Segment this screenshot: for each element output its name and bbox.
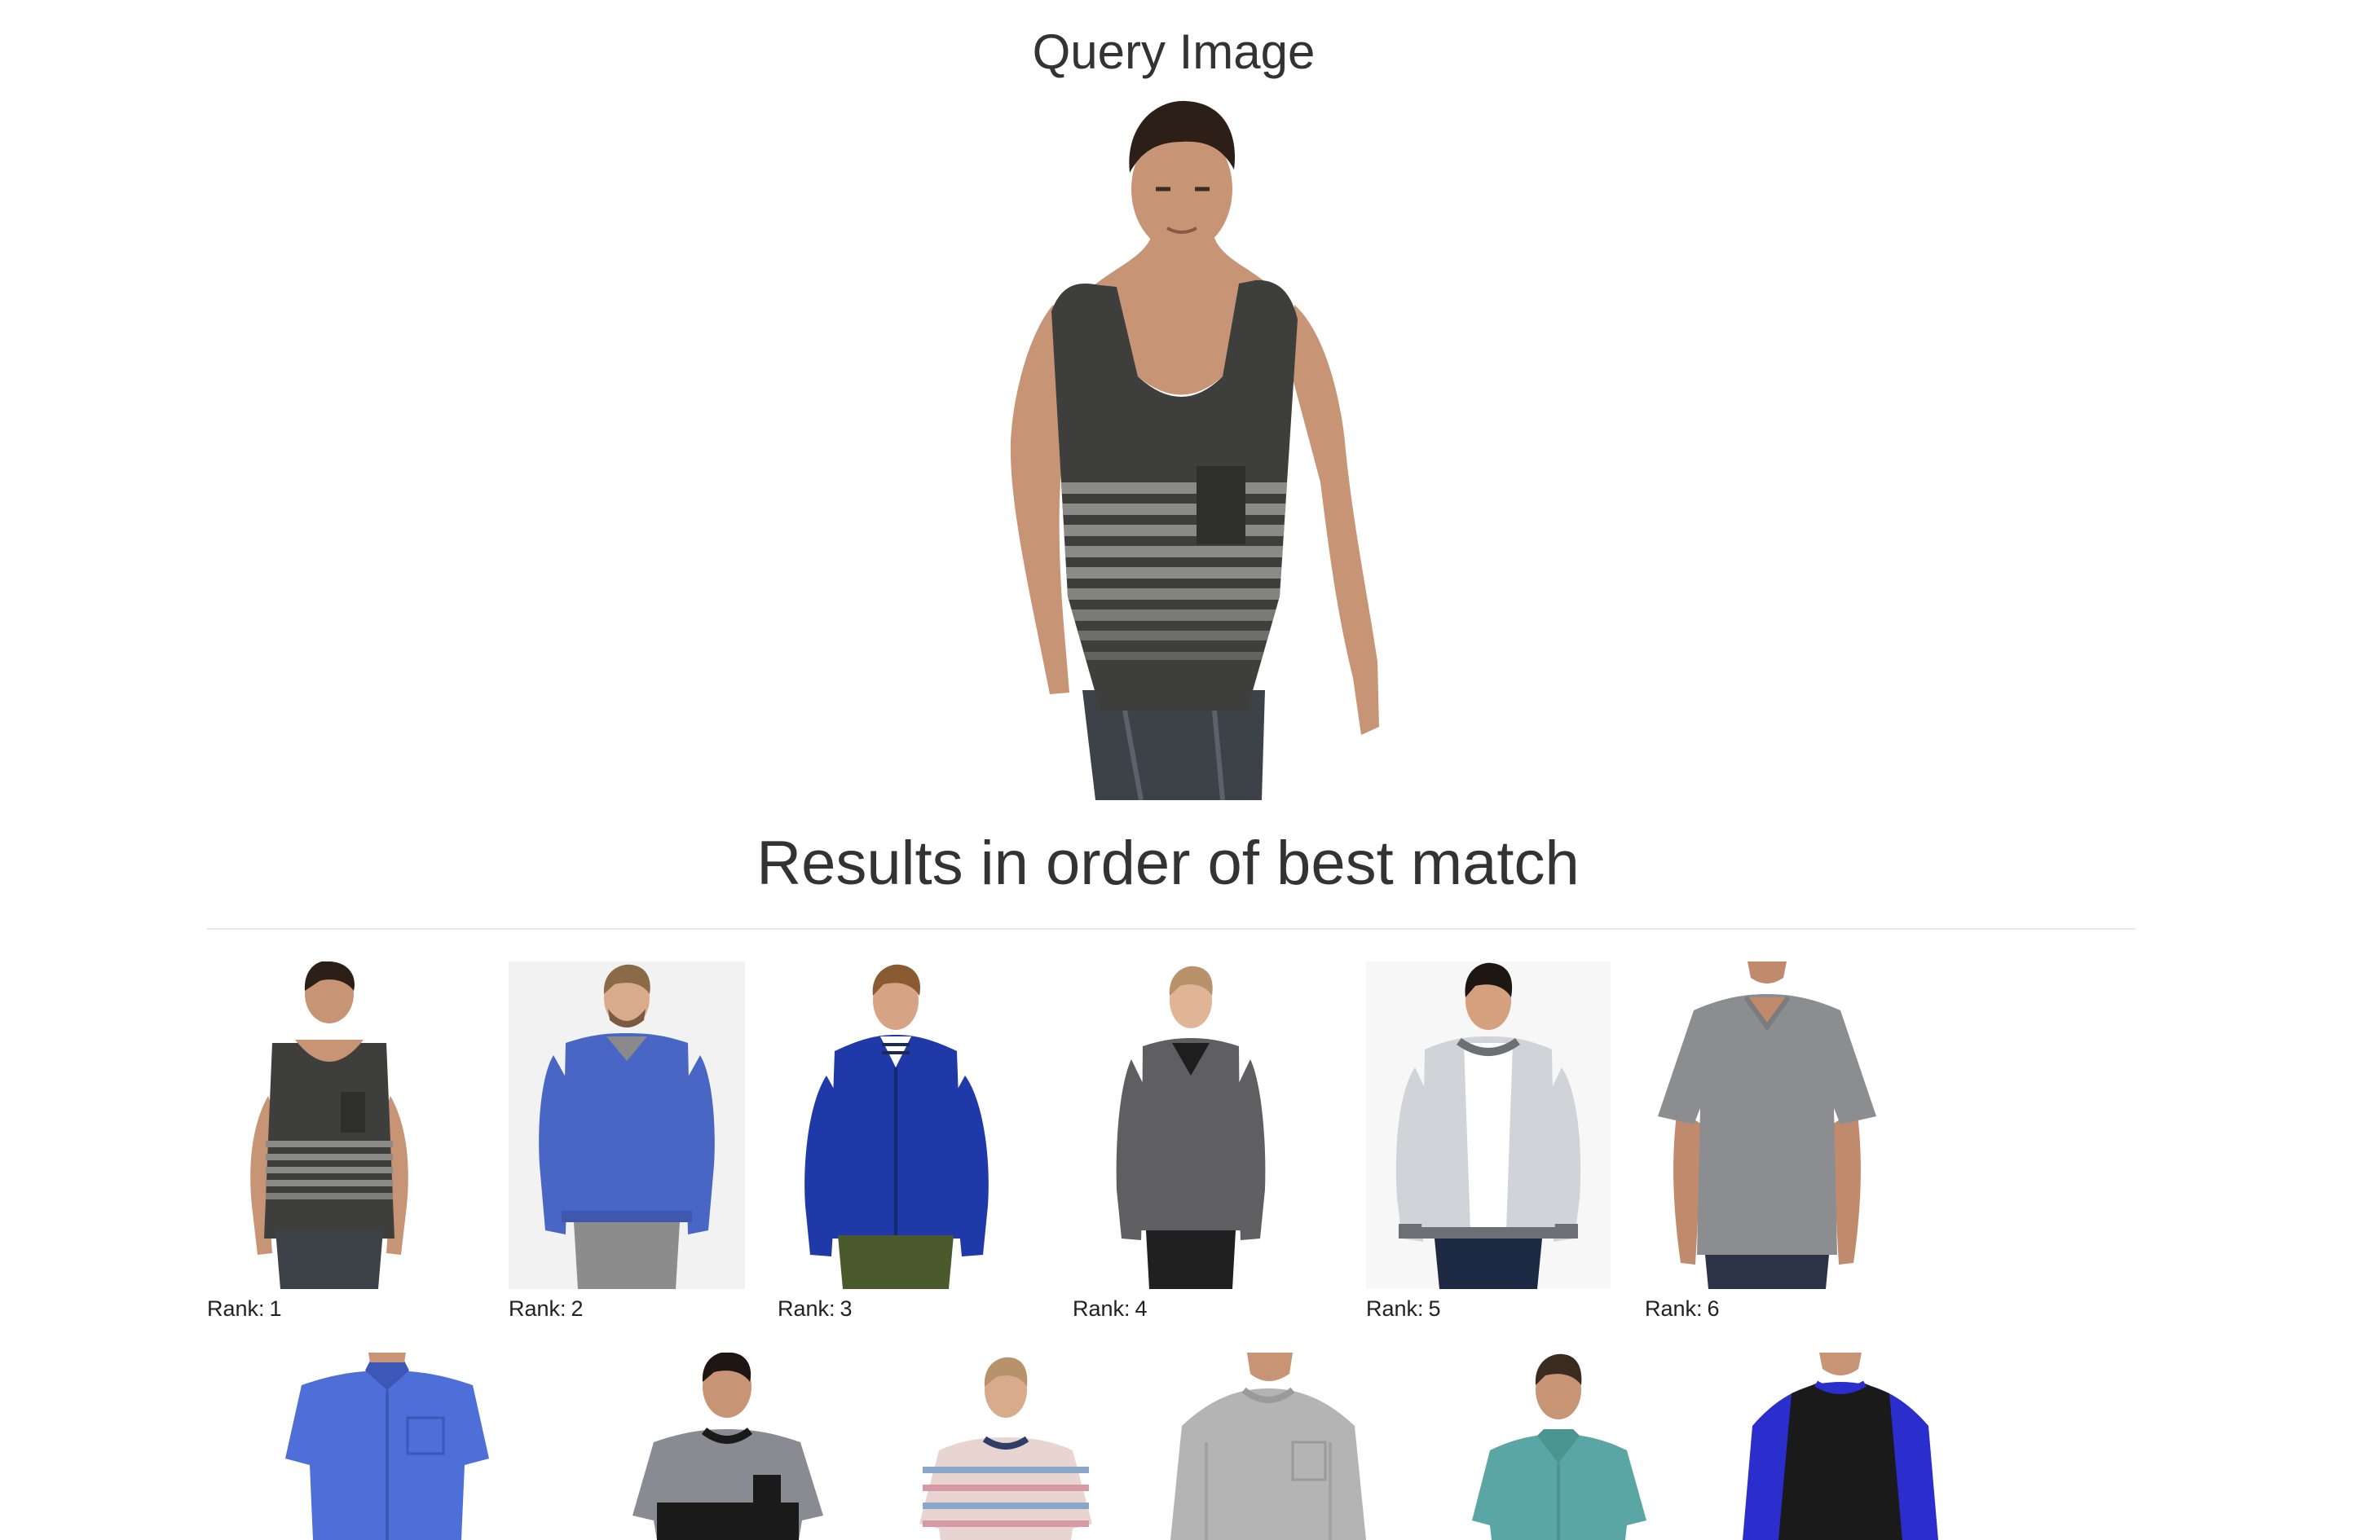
result-thumbnail[interactable] xyxy=(207,961,452,1289)
result-item-7[interactable] xyxy=(269,1353,505,1540)
rank-label: Rank: 5 xyxy=(1366,1296,1441,1321)
result-thumbnail[interactable] xyxy=(1073,961,1309,1289)
result-thumbnail[interactable] xyxy=(1645,961,1889,1289)
results-heading: Results in order of best match xyxy=(756,829,1580,898)
grey-black-colorblock-tee-image[interactable] xyxy=(613,1353,849,1540)
grey-long-sleeve-tee-image[interactable] xyxy=(1162,1353,1374,1540)
rank-label: Rank: 6 xyxy=(1645,1296,1720,1321)
result-item-12[interactable] xyxy=(1734,1353,1946,1540)
result-thumbnail[interactable] xyxy=(1366,961,1611,1289)
blue-jacket-image xyxy=(778,961,1014,1289)
rank-label: Rank: 2 xyxy=(509,1296,584,1321)
result-thumbnail[interactable] xyxy=(778,961,1014,1289)
person-in-striped-tank-top-image xyxy=(1010,100,1379,800)
grey-v-neck-sweater-image xyxy=(1073,961,1309,1289)
result-item-9[interactable] xyxy=(915,1353,1102,1540)
result-item-11[interactable] xyxy=(1467,1353,1655,1540)
query-image-heading: Query Image xyxy=(1032,24,1316,79)
rank-label: Rank: 4 xyxy=(1073,1296,1148,1321)
query-image xyxy=(978,91,1386,800)
blue-sweater-image xyxy=(509,961,745,1289)
striped-tank-top-image xyxy=(207,961,452,1289)
blue-short-sleeve-shirt-image[interactable] xyxy=(269,1353,505,1540)
light-grey-bomber-jacket-image xyxy=(1366,961,1611,1289)
divider xyxy=(207,928,2135,930)
teal-camp-shirt-image[interactable] xyxy=(1467,1353,1655,1540)
striped-crewneck-tee-image[interactable] xyxy=(915,1353,1102,1540)
black-blue-raglan-tee-image[interactable] xyxy=(1734,1353,1946,1540)
result-item-8[interactable] xyxy=(613,1353,849,1540)
result-thumbnail[interactable] xyxy=(509,961,745,1289)
rank-label: Rank: 3 xyxy=(778,1296,853,1321)
result-item-10[interactable] xyxy=(1162,1353,1374,1540)
grey-v-neck-tshirt-image xyxy=(1645,961,1889,1289)
rank-label: Rank: 1 xyxy=(207,1296,282,1321)
